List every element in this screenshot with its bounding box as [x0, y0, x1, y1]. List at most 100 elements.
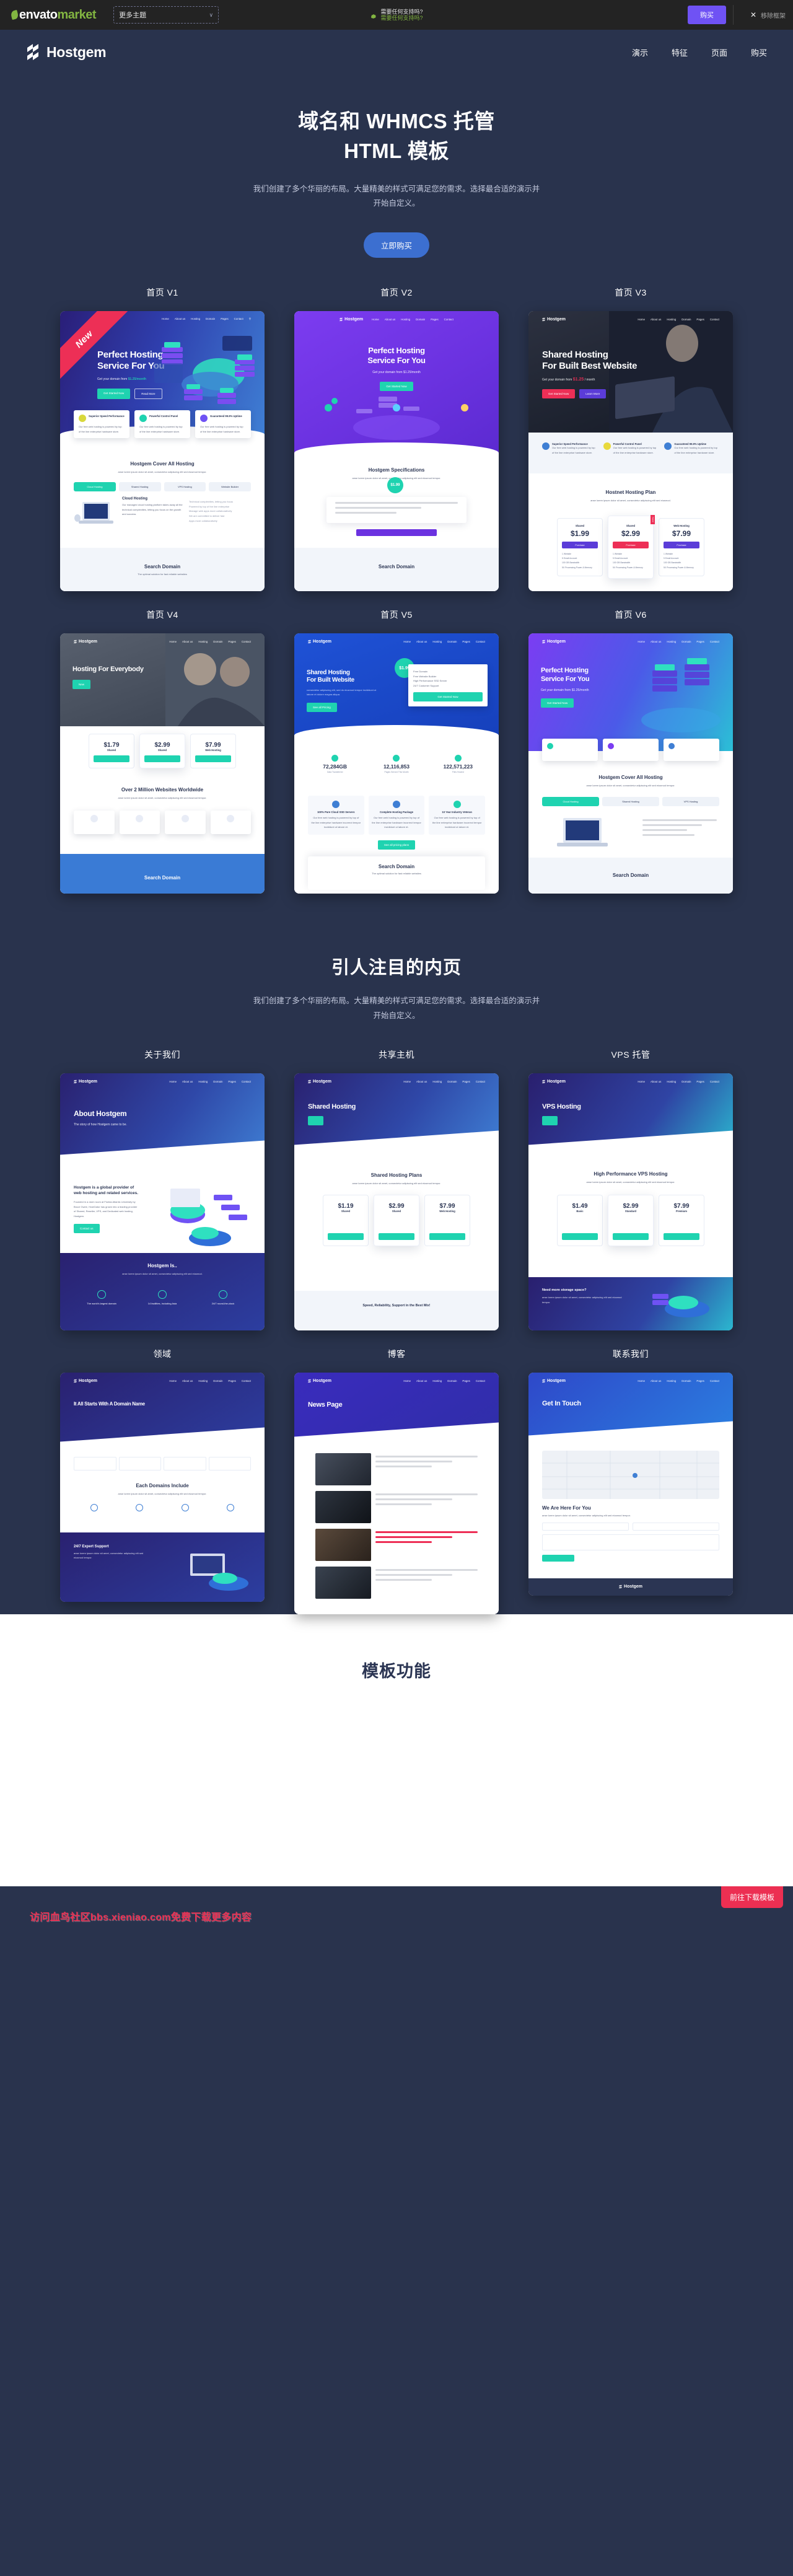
mini-section-title-v1: Hostgem Cover All Hosting: [130, 461, 195, 467]
inner-thumbnail-vps[interactable]: Hostgem Home About us Hosting Domain Pag…: [528, 1073, 733, 1330]
inner-pages-section-head: 引人注目的内页 我们创建了多个华丽的布局。大量精美的样式可满足您的需求。选择最合…: [0, 894, 793, 1024]
buy-button[interactable]: 购买: [688, 6, 726, 24]
mini-section-title-v2: Hostgem Specifications: [368, 467, 425, 473]
bolt-icon: [74, 1379, 77, 1383]
mini-btn-primary-v1: Get Started Now: [97, 388, 131, 399]
mini-plan-vps-1: $1.49 Basic: [557, 1194, 603, 1247]
envato-logo[interactable]: envato market: [10, 7, 97, 22]
site-header: Hostgem 演示 特征 页面 购买: [0, 30, 793, 74]
inner-pages-row2: 领域 Hostgem Home About us Hosting Domain …: [0, 1330, 793, 1614]
inner-title-vps: VPS 托管: [611, 1049, 651, 1060]
mini-footer-title-domain: 24/7 Expert Support: [74, 1544, 109, 1549]
inner-thumbnail-domain[interactable]: Hostgem Home About us Hosting Domain Pag…: [60, 1372, 265, 1602]
bolt-icon: [308, 1379, 311, 1383]
hero-title-line2: HTML 模板: [344, 139, 449, 162]
demo-thumbnail-v4[interactable]: Hostgem Home About us Hosting Domain Pag…: [60, 633, 265, 894]
demo-title-v4: 首页 V4: [146, 610, 178, 620]
bolt-icon: [74, 1079, 77, 1084]
nav-item-demo[interactable]: 演示: [632, 46, 648, 58]
bolt-icon: [542, 640, 545, 644]
mini-footer-title-v5: Search Domain: [378, 864, 415, 870]
bolt-icon: [619, 1585, 622, 1589]
inner-cell-about: 关于我们 Hostgem Home About us Hosting Domai…: [60, 1048, 265, 1330]
demo-cell-v5: 首页 V5 Hostgem Home About us Hosting Doma…: [294, 609, 499, 894]
mini-card-title-contact: We Are Here For You: [542, 1505, 591, 1511]
demo-title-v3: 首页 V3: [615, 288, 647, 298]
mini-section-title-v6: Hostgem Cover All Hosting: [598, 775, 663, 781]
remove-frame-label: 移除框架: [761, 12, 786, 20]
support-block[interactable]: 需要任何支持吗? 需要任何支持吗?: [370, 9, 423, 22]
bolt-icon: [308, 640, 311, 644]
inner-thumbnail-shared[interactable]: Hostgem Home About us Hosting Domain Pag…: [294, 1073, 499, 1330]
demo-grid-row2: 首页 V4 Hostgem Home About us Hosting Doma…: [0, 591, 793, 894]
map-placeholder: [542, 1450, 719, 1499]
mini-price-badge-v2: $1.99: [387, 477, 403, 494]
search-icon: ⚲: [248, 317, 251, 321]
mini-plan-v4-3: $7.99 Web Hosting: [190, 734, 236, 769]
download-template-button[interactable]: 前往下载模板: [721, 1886, 783, 1908]
support-link[interactable]: 需要任何支持吗?: [380, 15, 423, 21]
mini-feature-card-3: Guaranteed 99.9% Uptime Our free web hos…: [195, 410, 251, 439]
nav-item-buy[interactable]: 购买: [751, 46, 767, 58]
mini-plan-vps-2: $2.99 Standard: [608, 1194, 654, 1247]
inner-pages-heading: 引人注目的内页: [331, 958, 462, 978]
demo-thumbnail-v6[interactable]: Hostgem Home About us Hosting Domain Pag…: [528, 633, 733, 894]
mini-hero-title-v5: Shared Hosting For Built Website: [307, 669, 354, 684]
nav-item-pages[interactable]: 页面: [711, 46, 727, 58]
mini-site-blog: Hostgem Home About us Hosting Domain Pag…: [294, 1373, 499, 1614]
inner-thumbnail-blog[interactable]: Hostgem Home About us Hosting Domain Pag…: [294, 1372, 499, 1614]
mini-nav-hosting: Hosting: [191, 317, 201, 321]
envato-logo-text-primary: envato: [19, 7, 58, 22]
blog-post-item: [315, 1566, 478, 1599]
mini-site-v2: Hostgem Home About us Hosting Domain Pag…: [294, 311, 499, 592]
bolt-icon: [340, 317, 343, 322]
bar-divider: [733, 5, 734, 25]
envato-leaf-icon: [10, 9, 19, 20]
blog-post-item: [315, 1453, 478, 1485]
inner-cell-vps: VPS 托管 Hostgem Home About us Hosting Dom…: [528, 1048, 733, 1330]
demo-grid-row1: 首页 V1 New Home About us Hosting Domain P…: [0, 258, 793, 592]
mini-plan-card-2: Popular Shared $2.99 Purchase 1 Website …: [608, 515, 655, 579]
support-question: 需要任何支持吗?: [380, 8, 423, 15]
mini-page-title-about: About Hostgem: [74, 1109, 127, 1118]
mini-footer-title-shared: Speed, Reliability, Support in the Best …: [362, 1303, 431, 1308]
mini-site-contact: Hostgem Home About us Hosting Domain Pag…: [528, 1373, 733, 1596]
inner-cell-blog: 博客 Hostgem Home About us Hosting Domain …: [294, 1348, 499, 1614]
mini-site-domain: Hostgem Home About us Hosting Domain Pag…: [60, 1373, 265, 1602]
demo-thumbnail-v1[interactable]: New Home About us Hosting Domain Pages C…: [60, 311, 265, 592]
gear-icon: [370, 12, 377, 19]
bolt-icon: [542, 1379, 545, 1383]
mini-site-shared: Hostgem Home About us Hosting Domain Pag…: [294, 1073, 499, 1330]
demo-cell-v6: 首页 V6 Hostgem Home About us Hosting Doma…: [528, 609, 733, 894]
features-section: 模板功能: [0, 1614, 793, 1886]
theme-select[interactable]: 更多主题 ∨: [113, 6, 219, 24]
brand-logo[interactable]: Hostgem: [26, 44, 107, 61]
envato-logo-text-secondary: market: [57, 7, 97, 22]
demo-thumbnail-v2[interactable]: Hostgem Home About us Hosting Domain Pag…: [294, 311, 499, 592]
mini-page-title-shared: Shared Hosting: [308, 1102, 356, 1110]
inner-title-contact: 联系我们: [613, 1348, 649, 1359]
mini-plan-card-3: Web Hosting $7.99 Purchase 1 Website 5 E…: [659, 518, 704, 576]
mini-nav-links-v1: Home About us Hosting Domain Pages Conta…: [162, 317, 251, 321]
inner-thumbnail-about[interactable]: Hostgem Home About us Hosting Domain Pag…: [60, 1073, 265, 1330]
mini-site-v5: Hostgem Home About us Hosting Domain Pag…: [294, 633, 499, 894]
hero-description: 我们创建了多个华丽的布局。大量精美的样式可满足您的需求。选择最合适的演示并开始自…: [253, 184, 540, 208]
demo-thumbnail-v3[interactable]: Hostgem Home About us Hosting Domain Pag…: [528, 311, 733, 592]
inner-title-shared: 共享主机: [379, 1049, 414, 1060]
inner-thumbnail-contact[interactable]: Hostgem Home About us Hosting Domain Pag…: [528, 1372, 733, 1596]
remove-frame-button[interactable]: ✕ 移除框架: [750, 11, 786, 20]
mini-feature-card-1: Superior Speed Performance Our free web …: [74, 410, 129, 439]
mini-hero-title-v6: Perfect Hosting Service For You: [541, 667, 590, 683]
mini-tab-shared: Shared Hosting: [118, 482, 161, 492]
demo-cell-v1: 首页 V1 New Home About us Hosting Domain P…: [60, 286, 265, 592]
inner-title-about: 关于我们: [144, 1049, 180, 1060]
mini-plan-shared-2: $2.99 Shared: [374, 1194, 419, 1247]
demo-thumbnail-v5[interactable]: Hostgem Home About us Hosting Domain Pag…: [294, 633, 499, 894]
nav-item-features[interactable]: 特征: [672, 46, 688, 58]
mini-brand-v3: Hostgem: [542, 317, 566, 322]
mini-section-title-shared: Shared Hosting Plans: [370, 1172, 423, 1178]
hero-cta-button[interactable]: 立即购买: [363, 232, 429, 258]
mini-footer-title-v1: Search Domain: [144, 564, 181, 570]
mini-tab-vps: VPS Hosting: [164, 482, 206, 492]
demo-title-v1: 首页 V1: [146, 288, 178, 298]
